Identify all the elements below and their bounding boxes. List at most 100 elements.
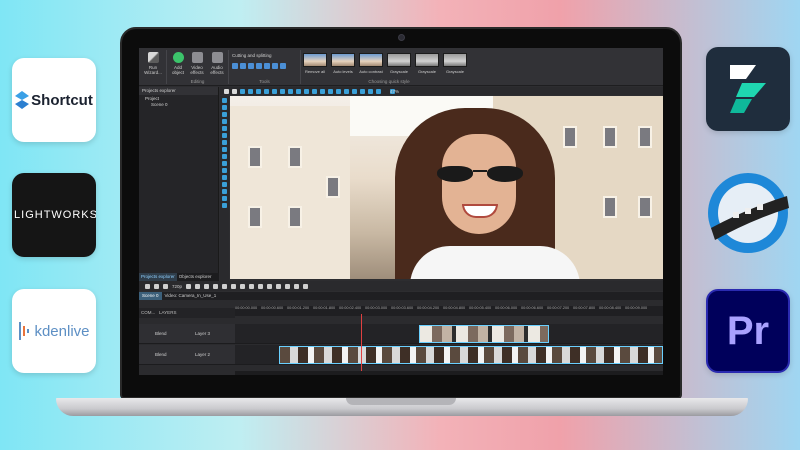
video-effects-button[interactable]: Video effects (188, 52, 206, 75)
stop-icon[interactable] (258, 283, 264, 289)
blend-mode-label[interactable]: Blend (155, 331, 167, 336)
skip-end-icon[interactable] (276, 283, 282, 289)
timeline-com-label: COM... (141, 310, 156, 315)
preview-window (603, 196, 617, 218)
marker-icon[interactable] (285, 283, 291, 289)
align-left-icon[interactable] (272, 88, 277, 94)
style-thumb-auto-contrast[interactable] (359, 53, 383, 67)
blend-mode-label[interactable]: Blend (155, 352, 167, 357)
fullscreen-icon[interactable] (186, 283, 192, 289)
mask-tool-icon[interactable] (222, 182, 227, 187)
undo-icon[interactable] (256, 88, 261, 94)
image-tool-icon[interactable] (222, 140, 227, 145)
preview-window (638, 196, 652, 218)
align-bottom-icon[interactable] (312, 88, 317, 94)
tree-item-scene[interactable]: Scene 0 (139, 101, 218, 107)
more-tools-icon[interactable] (222, 203, 227, 208)
preview-resolution[interactable]: 720p (172, 284, 182, 289)
style-thumb-grayscale-2[interactable] (415, 53, 439, 67)
color-icon[interactable] (272, 63, 278, 69)
ruler-tick: 00:00:05.400 (469, 306, 492, 310)
record-icon[interactable] (163, 283, 168, 289)
ellipse-tool-icon[interactable] (222, 133, 227, 138)
animation-tool-icon[interactable] (222, 189, 227, 194)
play-icon[interactable] (240, 283, 246, 289)
volume-icon[interactable] (204, 283, 210, 289)
subtitle-tool-icon[interactable] (222, 168, 227, 173)
track-lane-layer-2[interactable] (235, 345, 663, 365)
align-center-icon[interactable] (280, 88, 285, 94)
style-thumb-remove-all[interactable] (303, 53, 327, 67)
select-tool-icon[interactable] (222, 98, 227, 103)
loop-icon[interactable] (195, 283, 201, 289)
style-thumb-grayscale-3[interactable] (443, 53, 467, 67)
align-top-icon[interactable] (296, 88, 301, 94)
run-wizard-button[interactable]: Run Wizard... (141, 52, 165, 75)
track-header-layer-2[interactable]: Blend Layer 2 (139, 345, 235, 365)
align-right-icon[interactable] (288, 88, 293, 94)
snap-icon[interactable] (376, 88, 381, 94)
cut-icon[interactable] (232, 63, 238, 69)
video-clip[interactable] (419, 325, 549, 343)
copy-icon[interactable] (232, 88, 237, 94)
add-object-button[interactable]: Add object (169, 52, 187, 75)
preview-window (288, 206, 302, 228)
chart-tool-icon[interactable] (222, 161, 227, 166)
effect-tool-icon[interactable] (222, 196, 227, 201)
skip-start-icon[interactable] (222, 283, 228, 289)
style-thumb-grayscale-1[interactable] (387, 53, 411, 67)
openshot-logo (703, 168, 793, 258)
fit-icon[interactable] (336, 88, 341, 94)
video-preview[interactable] (230, 96, 663, 279)
next-frame-icon[interactable] (267, 283, 273, 289)
rect-tool-icon[interactable] (222, 126, 227, 131)
speed-icon[interactable] (264, 63, 270, 69)
track-lane-layer-3[interactable] (235, 324, 663, 344)
prev-frame-icon[interactable] (231, 283, 237, 289)
check-icon[interactable] (303, 283, 309, 289)
crop-icon[interactable] (248, 63, 254, 69)
zoom-in-icon[interactable] (145, 283, 150, 289)
cutting-splitting-label[interactable]: Cutting and splitting (232, 53, 272, 58)
audio-tool-icon[interactable] (222, 154, 227, 159)
redo-icon[interactable] (264, 88, 269, 94)
line-tool-icon[interactable] (222, 119, 227, 124)
trim-icon[interactable] (240, 88, 245, 94)
tab-objects-explorer[interactable]: Objects explorer (177, 273, 214, 281)
text-tool-icon[interactable] (222, 105, 227, 110)
timeline-playhead[interactable] (361, 314, 362, 374)
close-icon[interactable] (224, 88, 229, 94)
tab-scene-0[interactable]: Scene 0 (139, 292, 162, 300)
pause-icon[interactable] (249, 283, 255, 289)
rotate-icon[interactable] (256, 63, 262, 69)
align-middle-icon[interactable] (304, 88, 309, 94)
ruler-tick: 00:00:07.200 (547, 306, 570, 310)
crop-tool-icon[interactable] (248, 88, 253, 94)
explorer-tabs: Projects explorer Objects explorer (139, 273, 219, 281)
grid-icon[interactable] (368, 88, 373, 94)
clock-icon[interactable] (213, 283, 219, 289)
video-clip[interactable] (279, 346, 663, 364)
sprite-tool-icon[interactable] (222, 175, 227, 180)
move-down-icon[interactable] (352, 88, 357, 94)
video-tool-icon[interactable] (222, 147, 227, 152)
distribute-h-icon[interactable] (320, 88, 325, 94)
tab-projects-explorer[interactable]: Projects explorer (139, 273, 177, 281)
track-header-layer-3[interactable]: Blend Layer 3 (139, 324, 235, 344)
split-icon[interactable] (240, 63, 246, 69)
move-up-icon[interactable] (344, 88, 349, 94)
layer-icon[interactable] (360, 88, 365, 94)
audio-effects-button[interactable]: Audio effects (207, 52, 227, 75)
zoom-level[interactable]: 47% (390, 88, 399, 94)
video-editor-window: Run Wizard... Add object Video effects A… (139, 48, 663, 375)
split-playbar-icon[interactable] (294, 283, 300, 289)
timeline-scrollbar[interactable] (235, 371, 663, 375)
zoom-out-icon[interactable] (154, 283, 159, 289)
shape-tool-icon[interactable] (222, 112, 227, 117)
tab-video-camera[interactable]: Video: Camera_In_Use_1 (162, 292, 220, 300)
distribute-v-icon[interactable] (328, 88, 333, 94)
timeline-ruler[interactable]: 00:00:00.000 00:00:00.600 00:00:01.200 00:0… (235, 306, 663, 316)
ruler-tick: 00:00:02.400 (339, 306, 362, 310)
tool-more-icon[interactable] (280, 63, 286, 69)
style-thumb-auto-levels[interactable] (331, 53, 355, 67)
